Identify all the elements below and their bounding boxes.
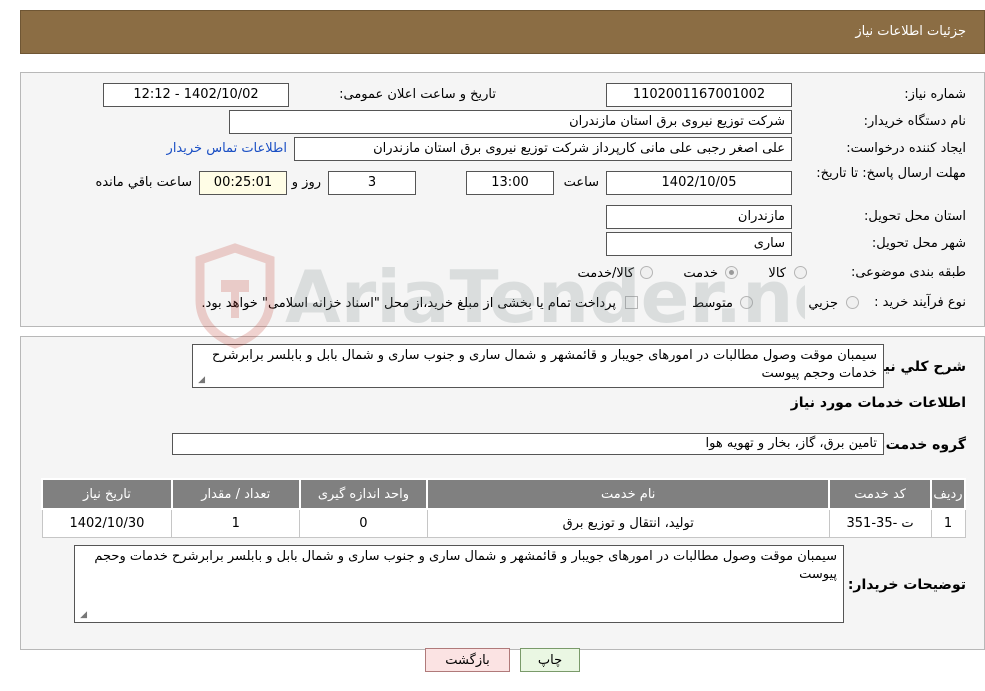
general-info-panel: شماره نیاز: 1102001167001002 تاریخ و ساع… xyxy=(20,72,985,327)
process-label: نوع فرآیند خرید : xyxy=(874,295,966,310)
col-service-code: کد خدمت xyxy=(828,478,933,510)
need-number-field[interactable]: 1102001167001002 xyxy=(606,83,792,107)
category-option-goods: کالا xyxy=(768,266,786,281)
category-option-service: خدمت xyxy=(683,266,718,281)
announce-datetime-field[interactable]: 1402/10/02 - 12:12 xyxy=(103,83,289,107)
col-need-date: تاریخ نیاز xyxy=(41,478,173,510)
days-remaining-field[interactable]: 3 xyxy=(328,171,416,195)
col-quantity: تعداد / مقدار xyxy=(170,478,301,510)
buyer-notes-label: توضیحات خریدار: xyxy=(847,577,966,593)
col-unit: واحد اندازه گیری xyxy=(298,478,429,510)
cell-row-number: 1 xyxy=(930,508,966,538)
creator-label: ایجاد کننده درخواست: xyxy=(846,141,966,156)
need-details-panel: شرح کلي نياز: سیمبان موقت وصول مطالبات د… xyxy=(20,336,985,650)
summary-textarea[interactable]: سیمبان موقت وصول مطالبات در امورهای جویب… xyxy=(192,344,884,388)
category-radio-service[interactable] xyxy=(725,266,738,279)
announce-label: تاریخ و ساعت اعلان عمومی: xyxy=(339,87,496,102)
treasury-payment-checkbox[interactable] xyxy=(625,296,638,309)
city-label: شهر محل تحویل: xyxy=(871,236,966,251)
province-field[interactable]: مازندران xyxy=(606,205,792,229)
summary-text: سیمبان موقت وصول مطالبات در امورهای جویب… xyxy=(212,348,877,381)
deadline-time-field[interactable]: 13:00 xyxy=(466,171,554,195)
resize-handle-icon[interactable]: ◢ xyxy=(78,611,87,620)
cell-quantity: 1 xyxy=(171,508,301,538)
back-button[interactable]: بازگشت xyxy=(425,648,510,672)
city-field[interactable]: ساری xyxy=(606,232,792,256)
print-button[interactable]: چاپ xyxy=(520,648,580,672)
process-radio-minor[interactable] xyxy=(846,296,859,309)
service-group-label: گروه خدمت: xyxy=(880,437,966,453)
category-label: طبقه بندی موضوعی: xyxy=(850,265,966,280)
buyer-contact-link[interactable]: اطلاعات تماس خریدار xyxy=(167,141,287,156)
page-title: جزئیات اطلاعات نیاز xyxy=(855,24,966,39)
page-header: جزئیات اطلاعات نیاز xyxy=(20,10,985,54)
deadline-date-field[interactable]: 1402/10/05 xyxy=(606,171,792,195)
category-radio-goods[interactable] xyxy=(794,266,807,279)
buyer-org-label: نام دستگاه خریدار: xyxy=(863,114,966,129)
province-label: استان محل تحویل: xyxy=(864,209,966,224)
services-heading: اطلاعات خدمات مورد نياز xyxy=(790,395,966,411)
process-radio-medium[interactable] xyxy=(740,296,753,309)
remaining-time-label: ساعت باقي مانده xyxy=(95,175,192,190)
services-table: ردیف کد خدمت نام خدمت واحد اندازه گیری ت… xyxy=(41,478,966,538)
buyer-notes-textarea[interactable]: سیمبان موقت وصول مطالبات در امورهای جویب… xyxy=(74,545,844,623)
cell-service-code: ت -35-351 xyxy=(828,508,932,538)
category-option-goods-service: کالا/خدمت xyxy=(577,266,634,281)
process-option-medium: متوسط xyxy=(692,296,733,311)
creator-field[interactable]: علی اصغر رجبی علی مانی کارپرداز شرکت توز… xyxy=(294,137,792,161)
cell-need-date: 1402/10/30 xyxy=(41,508,173,538)
col-row-number: ردیف xyxy=(930,478,966,510)
remaining-time-field: 00:25:01 xyxy=(199,171,287,195)
table-row: 1 ت -35-351 تولید، انتقال و توزیع برق 0 … xyxy=(41,508,966,538)
buyer-notes-text: سیمبان موقت وصول مطالبات در امورهای جویب… xyxy=(94,549,837,582)
treasury-payment-note: پرداخت تمام یا بخشی از مبلغ خرید،از محل … xyxy=(201,296,616,311)
need-number-label: شماره نیاز: xyxy=(904,87,966,102)
service-group-field[interactable]: تامین برق، گاز، بخار و تهویه هوا xyxy=(172,433,884,455)
process-option-minor: جزیي xyxy=(808,296,838,311)
deadline-label: مهلت ارسال پاسخ: تا تاریخ: xyxy=(816,166,966,181)
category-radio-goods-service[interactable] xyxy=(640,266,653,279)
resize-handle-icon[interactable]: ◢ xyxy=(196,376,205,385)
table-header-row: ردیف کد خدمت نام خدمت واحد اندازه گیری ت… xyxy=(41,478,966,510)
deadline-time-label: ساعت xyxy=(563,175,599,190)
cell-unit: 0 xyxy=(299,508,428,538)
cell-service-name: تولید، انتقال و توزیع برق xyxy=(426,508,830,538)
days-label: روز و xyxy=(291,175,321,190)
col-service-name: نام خدمت xyxy=(426,478,831,510)
buyer-org-field[interactable]: شرکت توزیع نیروی برق استان مازندران xyxy=(229,110,792,134)
